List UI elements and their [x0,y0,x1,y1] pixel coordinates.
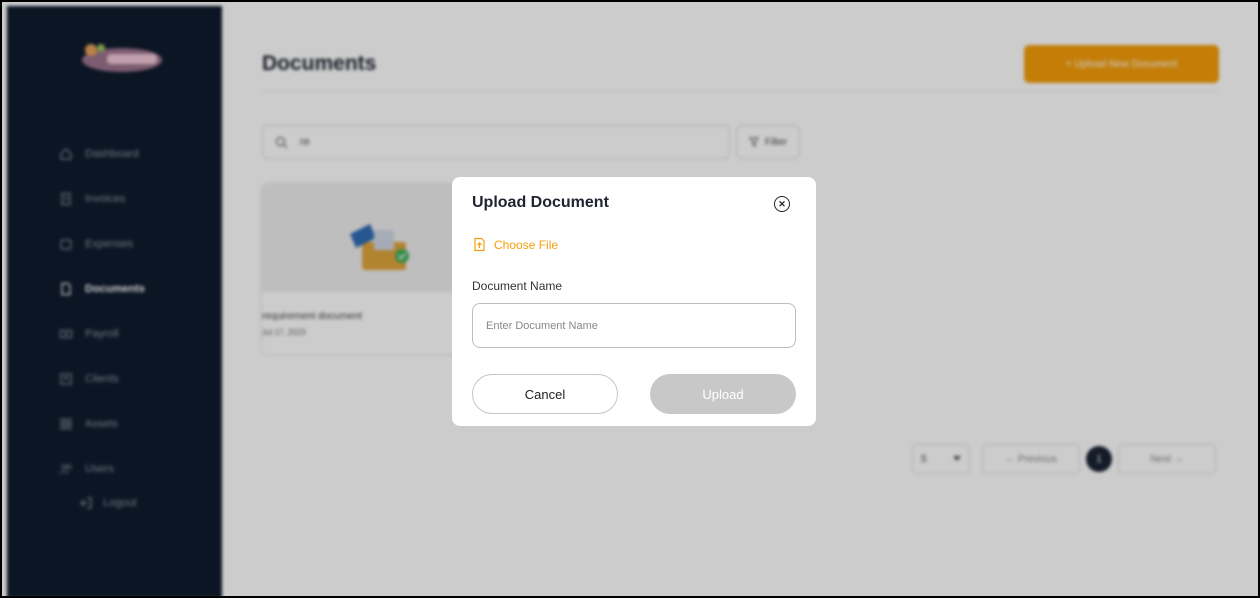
cancel-button[interactable]: Cancel [472,374,618,414]
close-modal-button[interactable]: ✕ [774,196,790,212]
choose-file-button[interactable]: Choose File [472,237,558,252]
close-icon: ✕ [778,198,786,209]
document-name-label: Document Name [472,279,563,293]
document-name-input[interactable] [472,303,796,348]
modal-title: Upload Document [472,194,609,211]
file-upload-icon [474,237,485,252]
choose-file-label: Choose File [494,237,559,252]
upload-document-modal: Upload Document ✕ Choose File Document N… [452,177,816,426]
app-frame: Dashboard Invoices Expenses Documents Pa… [0,0,1260,598]
upload-button[interactable]: Upload [650,374,796,414]
